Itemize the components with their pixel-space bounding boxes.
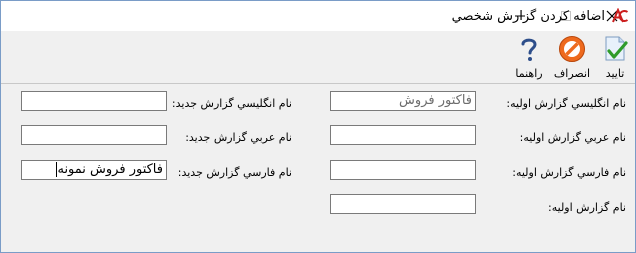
new-farsi-name-value: فاكتور فروش نمونه [57,162,163,177]
new-farsi-name-label: نام فارسي گزارش جديد: [177,166,292,179]
help-question-icon [521,38,537,61]
app-logo-icon [612,8,629,23]
toolbar: تاييد انصراف راهنما [1,31,635,84]
title-bar: اضافه کردن گزارش شخصي [1,1,635,31]
new-arabic-name-label: نام عربي گزارش جديد: [185,131,292,144]
new-english-name-field[interactable] [21,91,167,111]
cancel-label: انصراف [553,67,591,80]
original-name-field[interactable] [330,194,476,214]
original-farsi-name-label: نام فارسي گزارش اوليه: [512,166,626,179]
new-arabic-name-field[interactable] [21,125,167,145]
cancel-icon [559,36,585,62]
cancel-button[interactable]: انصراف [552,34,592,82]
original-arabic-name-field[interactable] [330,125,476,145]
dialog-window: اضافه کردن گزارش شخصي تاييد انصراف راهنم… [0,0,636,253]
original-name-label: نام گزارش اوليه: [548,201,626,214]
help-label: راهنما [515,67,543,80]
checkmark-document-icon [605,36,628,61]
original-farsi-name-field[interactable] [330,160,476,180]
help-button[interactable]: راهنما [509,34,549,82]
confirm-label: تاييد [605,67,625,80]
original-english-name-label: نام انگليسي گزارش اوليه: [506,97,626,110]
window-title: اضافه کردن گزارش شخصي [451,9,605,24]
confirm-button[interactable]: تاييد [595,34,635,82]
original-english-name-field[interactable]: فاكتور فروش [330,91,476,111]
original-arabic-name-label: نام عربي گزارش اوليه: [519,131,626,144]
new-english-name-label: نام انگليسي گزارش جديد: [171,97,292,110]
new-farsi-name-field[interactable]: فاكتور فروش نمونه [21,160,167,180]
